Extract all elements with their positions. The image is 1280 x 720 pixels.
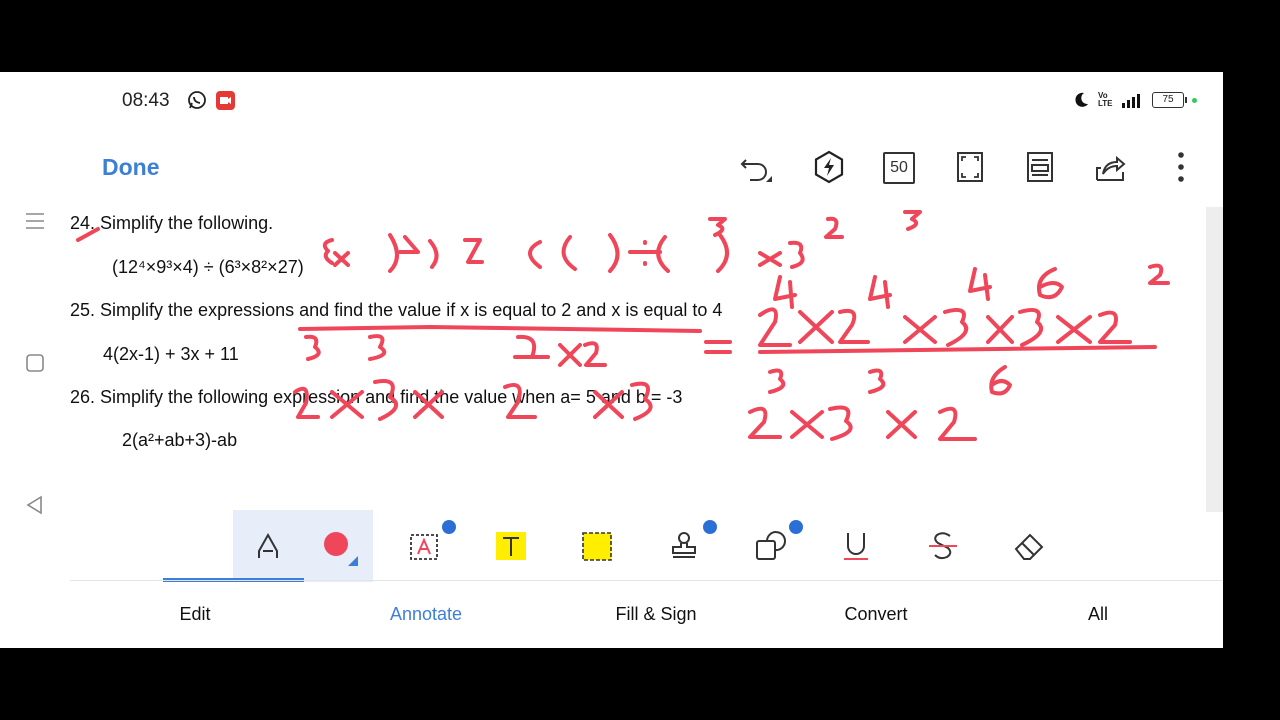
tab-fill-sign[interactable]: Fill & Sign	[615, 604, 696, 625]
bottom-tab-bar: Edit Annotate Fill & Sign Convert All	[0, 582, 1223, 648]
share-icon[interactable]	[1093, 150, 1127, 184]
text-box-icon	[410, 534, 438, 560]
eraser-tool-button[interactable]	[994, 510, 1064, 582]
question-26-expression: 2(a²+ab+3)-ab	[122, 430, 238, 450]
top-toolbar: Done 50	[0, 132, 1223, 204]
back-triangle-icon[interactable]	[24, 494, 46, 516]
volte-icon: Vo LTE	[1098, 91, 1113, 108]
undo-icon[interactable]	[740, 150, 774, 184]
done-button[interactable]: Done	[102, 154, 160, 181]
highlight-text-tool-button[interactable]	[476, 510, 546, 582]
area-highlight-tool-button[interactable]	[562, 510, 632, 582]
question-26: 26. Simplify the following expression an…	[70, 387, 683, 407]
premium-badge-icon	[789, 520, 803, 534]
highlight-icon	[496, 532, 526, 560]
text-box-tool-button[interactable]	[390, 510, 460, 582]
tab-all[interactable]: All	[1088, 604, 1108, 625]
battery-level: 75	[1162, 94, 1174, 105]
stamp-icon	[672, 532, 696, 558]
zoom-label: 50	[890, 159, 908, 176]
privacy-indicator-dot	[1192, 97, 1197, 103]
underline-tool-button[interactable]	[821, 510, 891, 582]
signal-icon	[1122, 94, 1140, 108]
pen-tool-button[interactable]	[233, 510, 303, 582]
tab-annotate[interactable]: Annotate	[390, 604, 462, 625]
eraser-icon	[1014, 533, 1044, 560]
shapes-icon	[756, 531, 786, 560]
premium-badge-icon	[442, 520, 456, 534]
more-options-icon[interactable]	[1164, 150, 1198, 184]
red-dot-icon	[324, 532, 358, 566]
status-bar: 08:43 Vo LTE 75	[0, 72, 1223, 128]
strikethrough-tool-button[interactable]	[908, 510, 978, 582]
page-zoom-button[interactable]: 50	[883, 152, 915, 184]
status-time: 08:43	[122, 90, 170, 111]
tab-convert[interactable]: Convert	[844, 604, 907, 625]
annotation-toolbar	[70, 510, 1206, 582]
ai-tools-icon[interactable]	[812, 150, 846, 184]
tabs-divider	[70, 580, 1222, 581]
document-page: 24. Simplify the following. (12⁴×9³×4) ÷…	[70, 207, 1206, 517]
status-right-group: Vo LTE 75	[1072, 88, 1197, 112]
fullscreen-icon[interactable]	[953, 150, 987, 184]
premium-badge-icon	[703, 520, 717, 534]
outline-menu-icon[interactable]	[24, 210, 46, 232]
area-highlight-icon	[582, 532, 612, 561]
handwritten-ink-annotation	[76, 210, 1170, 441]
color-picker-button[interactable]	[303, 510, 373, 582]
question-24: 24. Simplify the following.	[70, 213, 274, 233]
screen-record-icon	[216, 91, 235, 110]
whatsapp-icon	[188, 91, 206, 109]
app-screen: 08:43 Vo LTE 75 Done 50 24. Simplify the…	[0, 72, 1223, 648]
stamp-tool-button[interactable]	[649, 510, 719, 582]
shapes-tool-button[interactable]	[735, 510, 805, 582]
document-scrollbar[interactable]	[1206, 207, 1223, 512]
do-not-disturb-moon-icon	[1075, 92, 1088, 107]
tab-edit[interactable]: Edit	[179, 604, 210, 625]
pen-icon	[258, 532, 278, 558]
question-25: 25. Simplify the expressions and find th…	[70, 300, 723, 320]
battery-icon: 75	[1152, 92, 1187, 108]
page-view-icon[interactable]	[1023, 150, 1057, 184]
underline-icon	[844, 533, 868, 560]
question-24-expression: (12⁴×9³×4) ÷ (6³×8²×27)	[112, 257, 304, 277]
question-25-expression: 4(2x-1) + 3x + 11	[103, 344, 239, 364]
strikethrough-icon	[929, 532, 957, 560]
overview-square-icon[interactable]	[24, 352, 46, 374]
